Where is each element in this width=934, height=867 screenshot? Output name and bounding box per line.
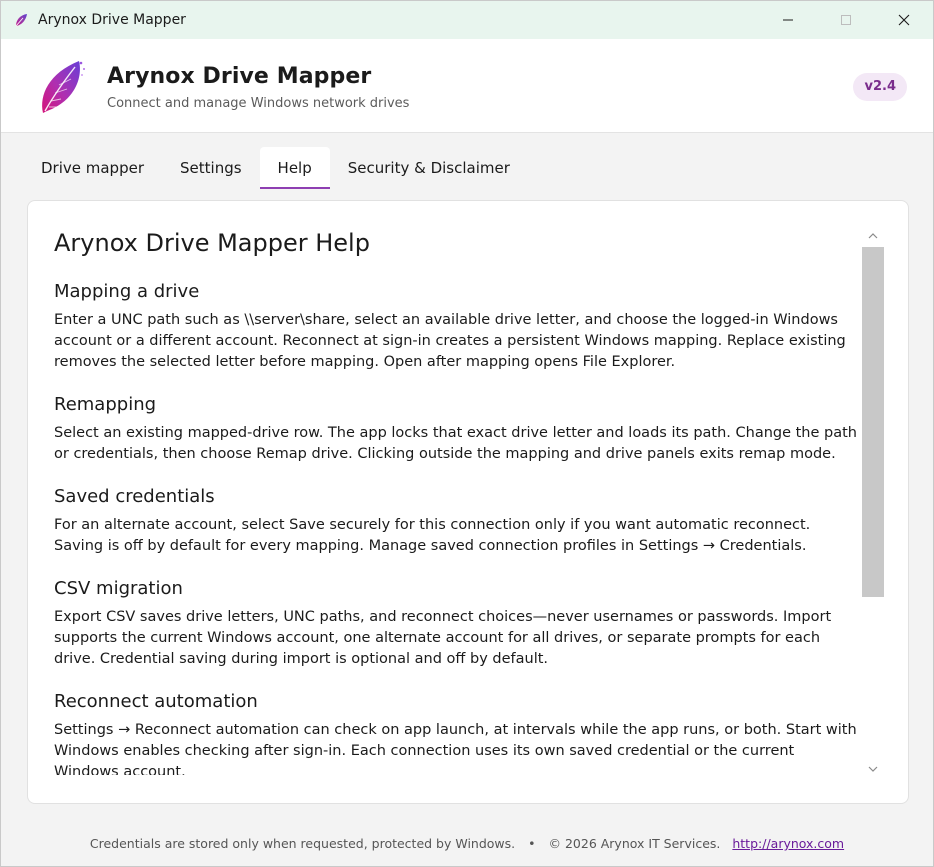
- version-badge: v2.4: [853, 73, 907, 101]
- section-body: For an alternate account, select Save se…: [54, 517, 811, 554]
- app-name: Arynox Drive Mapper: [107, 64, 372, 89]
- help-content[interactable]: Arynox Drive Mapper Help Mapping a drive…: [54, 229, 862, 775]
- close-icon: [898, 14, 910, 26]
- footer-copyright: © 2026 Arynox IT Services.: [548, 836, 721, 851]
- help-section: CSV migration Export CSV saves drive let…: [54, 578, 862, 670]
- app-window: Arynox Drive Mapper Arynox Drive Mapper …: [0, 0, 934, 867]
- section-body: Settings → Reconnect automation can chec…: [54, 722, 857, 775]
- maximize-button[interactable]: [817, 1, 875, 39]
- tab-help[interactable]: Help: [259, 147, 330, 189]
- website-link[interactable]: http://arynox.com: [732, 836, 844, 851]
- chevron-down-icon: [868, 766, 878, 772]
- help-panel: Arynox Drive Mapper Help Mapping a drive…: [27, 200, 909, 804]
- window-title: Arynox Drive Mapper: [38, 12, 186, 28]
- minimize-icon: [783, 19, 793, 21]
- section-heading: CSV migration: [54, 578, 183, 599]
- help-section: Reconnect automation Settings → Reconnec…: [54, 691, 862, 775]
- help-section: Saved credentials For an alternate accou…: [54, 486, 862, 557]
- tab-settings[interactable]: Settings: [162, 147, 260, 189]
- section-heading: Mapping a drive: [54, 281, 200, 302]
- help-section: Mapping a drive Enter a UNC path such as…: [54, 281, 862, 373]
- app-subtitle: Connect and manage Windows network drive…: [107, 96, 410, 111]
- tab-security-disclaimer[interactable]: Security & Disclaimer: [330, 147, 528, 189]
- footer-note: Credentials are stored only when request…: [89, 836, 516, 851]
- title-bar: Arynox Drive Mapper: [1, 1, 933, 39]
- scroll-up-button[interactable]: [862, 227, 884, 245]
- scroll-down-button[interactable]: [862, 760, 884, 778]
- section-body: Enter a UNC path such as \\server\share,…: [54, 312, 846, 370]
- chevron-up-icon: [868, 233, 878, 239]
- footer: Credentials are stored only when request…: [1, 836, 933, 851]
- feather-logo-icon: [15, 14, 27, 27]
- vertical-scrollbar[interactable]: [862, 227, 884, 778]
- close-button[interactable]: [875, 1, 933, 39]
- section-heading: Remapping: [54, 394, 157, 415]
- tab-drive-mapper[interactable]: Drive mapper: [23, 147, 162, 189]
- feather-logo-icon: [42, 61, 85, 113]
- section-heading: Saved credentials: [54, 486, 215, 507]
- help-title: Arynox Drive Mapper Help: [54, 229, 370, 257]
- section-body: Select an existing mapped-drive row. The…: [54, 425, 857, 462]
- section-body: Export CSV saves drive letters, UNC path…: [54, 609, 832, 667]
- app-header: Arynox Drive Mapper Connect and manage W…: [1, 39, 933, 133]
- scroll-thumb[interactable]: [862, 247, 884, 597]
- footer-separator: •: [528, 836, 536, 851]
- tab-bar: Drive mapper Settings Help Security & Di…: [23, 147, 528, 189]
- maximize-icon: [841, 15, 851, 25]
- section-heading: Reconnect automation: [54, 691, 258, 712]
- minimize-button[interactable]: [759, 1, 817, 39]
- help-section: Remapping Select an existing mapped-driv…: [54, 394, 862, 465]
